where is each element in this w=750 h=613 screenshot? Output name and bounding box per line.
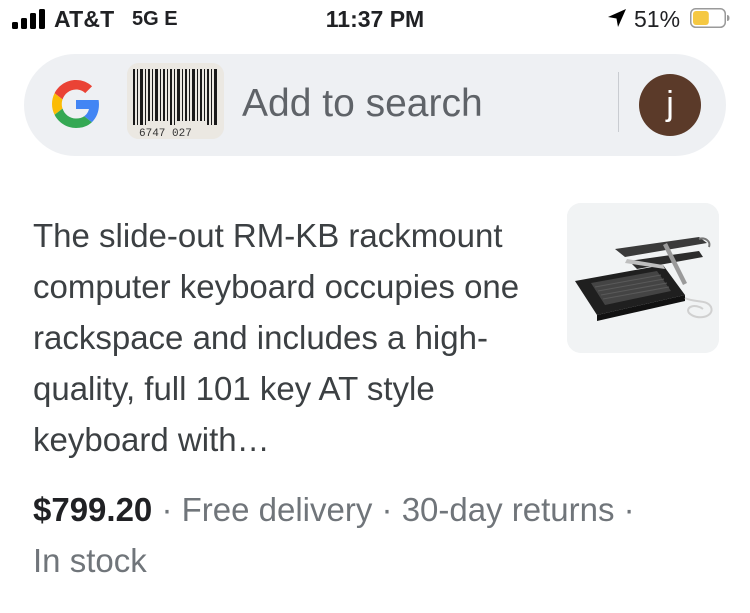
delivery-info: Free delivery	[181, 491, 373, 528]
account-avatar[interactable]: j	[639, 74, 701, 136]
search-bar-divider	[618, 72, 619, 132]
barcode-image[interactable]: 6747 027	[127, 63, 224, 139]
google-g-logo	[52, 80, 99, 128]
separator-1: ·	[152, 491, 182, 528]
location-arrow-icon	[608, 9, 626, 27]
result-meta: $799.20 · Free delivery · 30-day returns…	[33, 484, 723, 586]
rackmount-keyboard-image[interactable]	[567, 203, 719, 353]
status-bar: AT&T 5G E 11:37 PM 51%	[0, 0, 750, 42]
price: $799.20	[33, 491, 153, 528]
barcode-digits: 6747 027	[139, 128, 192, 139]
barcode-graphic: 6747 027	[127, 63, 224, 139]
separator-2: ·	[372, 491, 402, 528]
rackmount-keyboard-graphic	[567, 203, 719, 353]
battery-percent: 51%	[634, 6, 681, 32]
search-placeholder[interactable]: Add to search	[242, 82, 483, 126]
stock-status: In stock	[33, 542, 147, 579]
battery-icon	[690, 8, 730, 28]
result-description[interactable]: The slide-out RM-KB rackmount computer k…	[33, 210, 548, 465]
separator-3: ·	[614, 491, 635, 528]
returns-info: 30-day returns	[401, 491, 615, 528]
